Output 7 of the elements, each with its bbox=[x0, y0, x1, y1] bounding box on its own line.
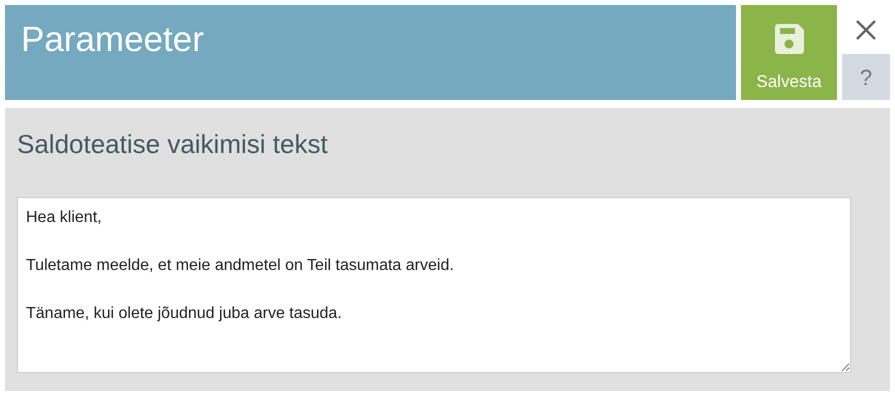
help-button[interactable]: ? bbox=[842, 54, 890, 100]
save-icon bbox=[773, 23, 805, 55]
text-field[interactable]: Hea klient, Tuletame meelde, et meie andmetel on Teil tasumata arveid. Täname, kui olete jõudnud juba arve tasuda. bbox=[17, 197, 851, 373]
close-icon bbox=[855, 18, 877, 40]
panel-title: Saldoteatise vaikimisi tekst bbox=[17, 128, 329, 160]
page-title: Parameeter bbox=[21, 19, 204, 61]
save-button[interactable]: Salvesta bbox=[741, 5, 837, 100]
